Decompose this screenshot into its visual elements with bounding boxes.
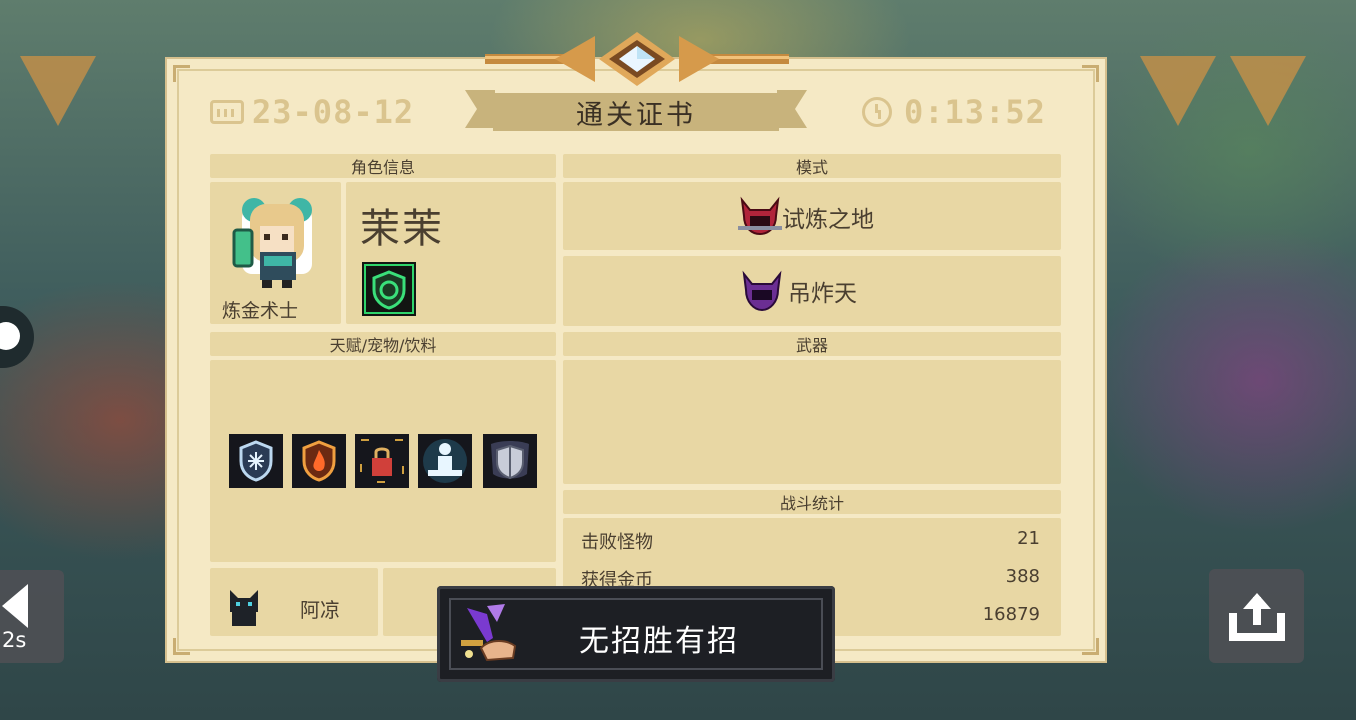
bunting-flag <box>20 56 96 126</box>
black-cat-icon <box>230 590 258 626</box>
back-countdown: 2s <box>2 628 27 652</box>
sword-on-hand-icon <box>461 604 517 662</box>
mode-item: 试炼之地 <box>738 196 874 238</box>
ice-shield-icon[interactable] <box>229 434 283 488</box>
bunting-flag <box>1230 56 1306 126</box>
certificate-date: 23-08-12 <box>210 92 414 132</box>
clear-time: 0:13:52 <box>862 92 1046 132</box>
corner-ornament <box>173 638 190 655</box>
calendar-icon <box>210 100 244 124</box>
section-header-battle-stats: 战斗统计 <box>563 490 1061 514</box>
weapons-box <box>563 360 1061 484</box>
toggle-knob <box>0 322 20 350</box>
share-icon <box>1229 593 1285 641</box>
alchemist-portrait-icon <box>232 198 312 288</box>
mode-label: 试炼之地 <box>782 207 874 233</box>
stat-value: 21 <box>1017 528 1040 549</box>
pet-name: 阿凉 <box>300 598 340 622</box>
character-class: 炼金术士 <box>222 300 299 322</box>
section-header-character: 角色信息 <box>210 154 556 178</box>
green-shield-icon[interactable] <box>362 262 416 316</box>
corner-ornament <box>1082 638 1099 655</box>
meditating-figure-icon[interactable] <box>418 434 472 488</box>
diamond-crest-icon <box>485 32 789 86</box>
back-arrow-icon <box>2 584 28 628</box>
achievement-toast[interactable]: 无招胜有招 <box>437 586 835 682</box>
side-toggle-button[interactable] <box>0 306 34 368</box>
time-text: 0:13:52 <box>904 93 1046 131</box>
back-button[interactable]: 2s <box>0 570 64 663</box>
section-header-talents: 天赋/宠物/饮料 <box>210 332 556 356</box>
stat-value: 16879 <box>982 604 1040 625</box>
mode-label: 吊炸天 <box>788 281 857 307</box>
purple-demon-helmet-icon <box>742 270 782 312</box>
section-header-mode: 模式 <box>563 154 1061 178</box>
clock-icon <box>862 97 892 127</box>
corner-ornament <box>1082 65 1099 82</box>
bunting-flag <box>1140 56 1216 126</box>
red-demon-helmet-icon <box>738 196 782 236</box>
mode-item: 吊炸天 <box>740 270 857 312</box>
section-header-weapons: 武器 <box>563 332 1061 356</box>
stat-value: 388 <box>1005 566 1040 587</box>
achievement-title: 无招胜有招 <box>579 624 739 659</box>
corner-ornament <box>173 65 190 82</box>
date-text: 23-08-12 <box>252 93 415 131</box>
fire-shield-icon[interactable] <box>292 434 346 488</box>
share-button[interactable] <box>1209 569 1304 663</box>
character-name: 茉茉 <box>360 206 444 252</box>
lock-box-icon[interactable] <box>355 434 409 488</box>
armor-shield-icon[interactable] <box>483 434 537 488</box>
stat-label: 击败怪物 <box>581 532 653 553</box>
certificate-title: 通关证书 <box>493 93 779 131</box>
